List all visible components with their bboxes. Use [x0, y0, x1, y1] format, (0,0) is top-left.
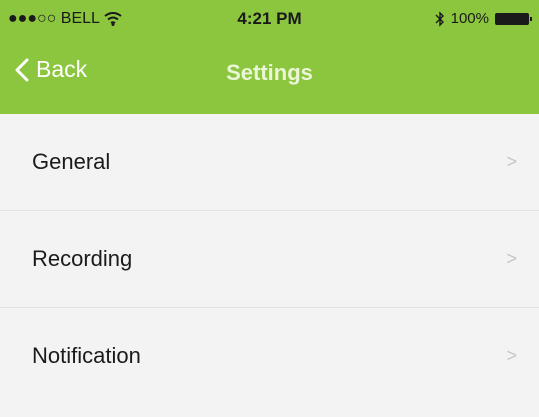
status-bar: ●●●○○ BELL 4:21 PM 100%: [0, 0, 539, 38]
battery-percent: 100%: [450, 10, 489, 27]
settings-item-notification[interactable]: Notification >: [0, 308, 539, 404]
battery-icon: [495, 12, 532, 25]
chevron-right-icon: >: [506, 151, 517, 172]
settings-item-recording[interactable]: Recording >: [0, 211, 539, 308]
settings-item-label: Notification: [32, 343, 141, 368]
settings-item-label: General: [32, 149, 111, 174]
settings-list: General > Recording > Notification >: [0, 114, 539, 417]
bluetooth-icon: [435, 10, 444, 27]
chevron-right-icon: >: [506, 248, 517, 269]
chevron-right-icon: >: [506, 345, 517, 366]
page-title: Settings: [226, 60, 313, 85]
nav-bar: Back Settings: [0, 38, 539, 114]
settings-item-general[interactable]: General >: [0, 114, 539, 211]
settings-item-label: Recording: [32, 246, 133, 271]
status-right: 100%: [435, 10, 532, 27]
